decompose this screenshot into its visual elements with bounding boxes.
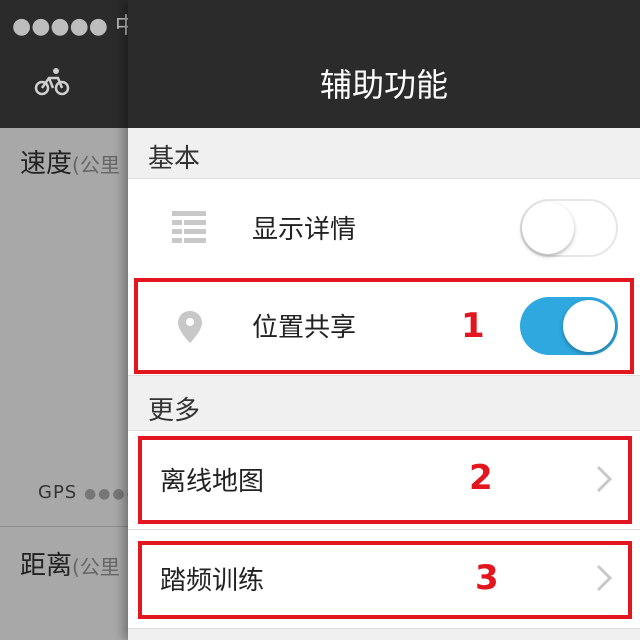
accessibility-drawer: 辅助功能 基本 显示详情 位置共享 更多 离线地图 踏频训练 1 2 3 bbox=[128, 0, 640, 640]
chevron-right-icon bbox=[596, 465, 613, 497]
chevron-right-icon bbox=[596, 564, 613, 596]
speed-label-text: 速度 bbox=[20, 149, 73, 179]
offline-map-row[interactable]: 离线地图 bbox=[128, 430, 640, 530]
toggle-knob bbox=[563, 300, 615, 352]
show-details-toggle[interactable] bbox=[520, 199, 618, 257]
section-title-more: 更多 bbox=[148, 396, 201, 426]
offline-map-label: 离线地图 bbox=[160, 467, 265, 497]
location-share-toggle[interactable] bbox=[520, 297, 618, 355]
drawer-header: 辅助功能 bbox=[128, 0, 640, 128]
location-share-row[interactable]: 位置共享 bbox=[128, 277, 640, 376]
distance-label-text: 距离 bbox=[20, 551, 73, 581]
gps-indicator: GPS ●●●● bbox=[38, 482, 141, 503]
annotation-number-3: 3 bbox=[475, 558, 499, 598]
page-title: 辅助功能 bbox=[319, 66, 448, 104]
location-pin-icon bbox=[178, 311, 202, 347]
show-details-label: 显示详情 bbox=[252, 215, 357, 245]
speed-unit: (公里 bbox=[72, 153, 120, 177]
section-header-basic: 基本 bbox=[128, 128, 640, 178]
section-title-basic: 基本 bbox=[148, 144, 201, 174]
annotation-number-1: 1 bbox=[461, 306, 485, 346]
cadence-training-label: 踏频训练 bbox=[160, 566, 265, 596]
distance-label: 距离(公里 bbox=[20, 545, 120, 582]
distance-unit: (公里 bbox=[72, 555, 120, 579]
list-icon bbox=[172, 211, 206, 247]
speed-label: 速度(公里 bbox=[20, 143, 120, 180]
location-share-label: 位置共享 bbox=[252, 313, 357, 343]
bicycle-icon[interactable] bbox=[34, 66, 70, 100]
annotation-number-2: 2 bbox=[469, 458, 493, 498]
gps-label: GPS bbox=[38, 482, 78, 503]
section-header-more: 更多 bbox=[128, 378, 640, 428]
drawer-bottom bbox=[128, 630, 640, 640]
toggle-knob bbox=[522, 202, 574, 254]
cadence-training-row[interactable]: 踏频训练 bbox=[128, 530, 640, 629]
divider bbox=[0, 526, 128, 527]
show-details-row[interactable]: 显示详情 bbox=[128, 178, 640, 278]
